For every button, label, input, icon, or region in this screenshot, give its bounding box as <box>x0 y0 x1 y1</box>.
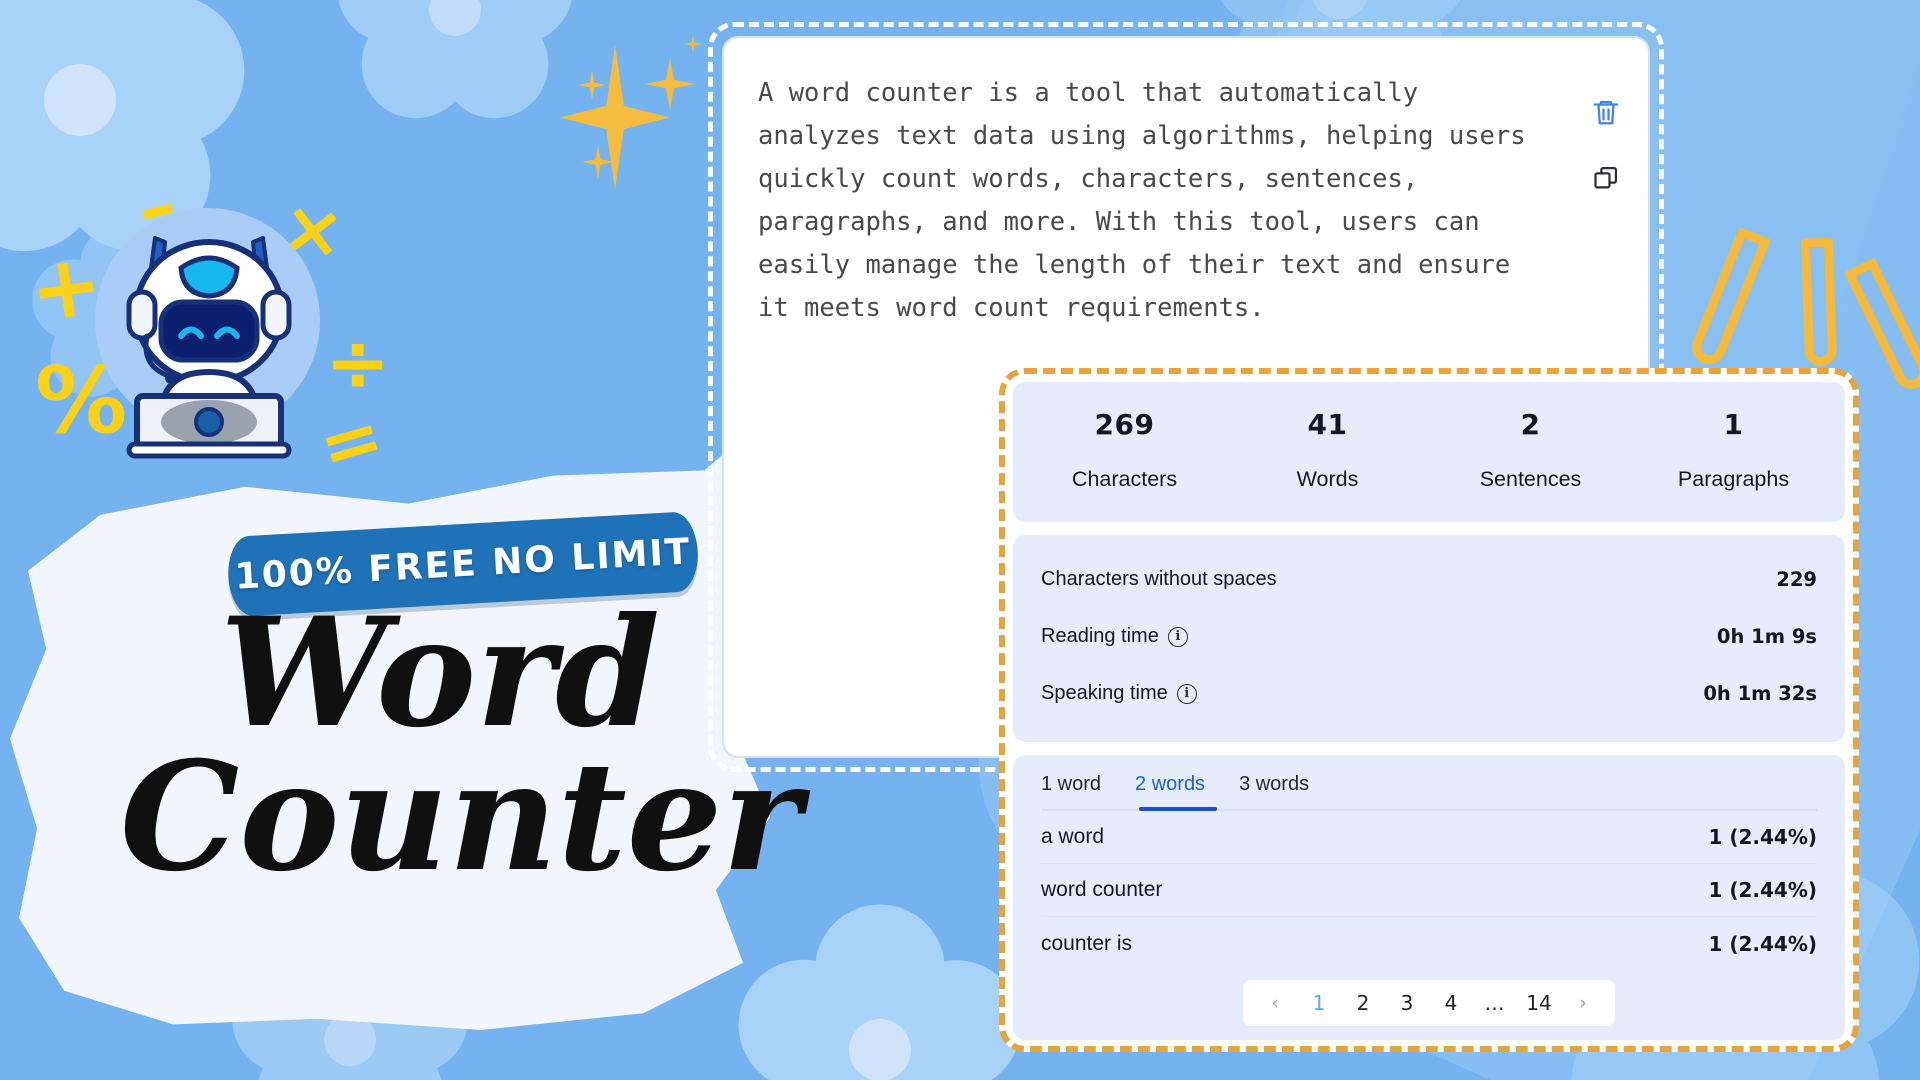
title-line-2: Counter <box>120 728 802 905</box>
pagination-next-button[interactable]: › <box>1563 985 1603 1021</box>
stat-label: Paragraphs <box>1677 467 1790 491</box>
detail-row-speaking-time: Speaking time i 0h 1m 32s <box>1041 665 1817 722</box>
info-icon[interactable]: i <box>1167 626 1188 647</box>
frequency-count: 1 (2.44%) <box>1708 878 1817 902</box>
copy-icon <box>1594 166 1618 189</box>
pagination: ‹ 1 2 3 4 … 14 › <box>1041 970 1817 1026</box>
frequency-phrase: counter is <box>1041 931 1133 955</box>
detail-label: Reading time <box>1041 625 1159 647</box>
frequency-row: a word 1 (2.44%) <box>1041 811 1817 864</box>
detail-value: 0h 1m 9s <box>1716 625 1817 648</box>
detail-value: 229 <box>1776 568 1817 591</box>
pagination-page-2[interactable]: 2 <box>1343 985 1383 1021</box>
pagination-page-4[interactable]: 4 <box>1431 985 1471 1021</box>
frequency-tabs: 1 word 2 words 3 words <box>1041 773 1817 811</box>
stat-sentences: 2 Sentences <box>1429 408 1632 492</box>
frequency-phrase: a word <box>1041 825 1105 848</box>
text-input[interactable]: A word counter is a tool that automatica… <box>758 72 1538 330</box>
detail-stats: Characters without spaces 229 Reading ti… <box>1013 535 1845 742</box>
frequency-row: word counter 1 (2.44%) <box>1041 864 1817 917</box>
pagination-page-14[interactable]: 14 <box>1519 985 1559 1021</box>
stat-label: Words <box>1296 467 1359 491</box>
stat-words: 41 Words <box>1226 408 1429 492</box>
pagination-page-3[interactable]: 3 <box>1387 985 1427 1021</box>
summary-stats: 269 Characters 41 Words 2 Sentences 1 Pa… <box>1013 382 1845 522</box>
tab-2-words[interactable]: 2 words <box>1135 773 1205 798</box>
detail-value: 0h 1m 32s <box>1703 682 1817 705</box>
clear-text-button[interactable] <box>1584 90 1628 134</box>
detail-row-reading-time: Reading time i 0h 1m 9s <box>1041 608 1817 665</box>
pagination-prev-button[interactable]: ‹ <box>1255 985 1295 1021</box>
tab-1-word[interactable]: 1 word <box>1041 773 1101 798</box>
pagination-ellipsis: … <box>1484 991 1506 1015</box>
frequency-phrase: word counter <box>1041 878 1163 901</box>
stat-paragraphs: 1 Paragraphs <box>1632 408 1835 492</box>
stat-characters: 269 Characters <box>1023 408 1226 492</box>
stat-value: 2 <box>1520 408 1541 441</box>
frequency-row: counter is 1 (2.44%) <box>1041 917 1817 970</box>
detail-row-characters-without-spaces: Characters without spaces 229 <box>1041 551 1817 608</box>
ray-decoration <box>1800 237 1838 367</box>
frequency-count: 1 (2.44%) <box>1708 931 1817 956</box>
robot-mascot <box>85 200 335 460</box>
detail-label: Characters without spaces <box>1041 568 1277 590</box>
trash-icon <box>1593 100 1619 125</box>
stat-value: 269 <box>1094 408 1155 441</box>
copy-text-button[interactable] <box>1584 156 1628 200</box>
pagination-page-1[interactable]: 1 <box>1299 985 1339 1021</box>
detail-label: Speaking time <box>1041 682 1168 704</box>
tab-3-words[interactable]: 3 words <box>1239 773 1309 798</box>
stat-value: 1 <box>1723 408 1744 441</box>
page-title: Word Counter <box>120 594 802 905</box>
word-frequency-section: 1 word 2 words 3 words a word 1 (2.44%) … <box>1013 755 1845 1040</box>
stat-label: Characters <box>1071 467 1178 491</box>
stat-label: Sentences <box>1479 467 1582 491</box>
stat-value: 41 <box>1307 408 1348 441</box>
frequency-count: 1 (2.44%) <box>1708 825 1817 849</box>
results-panel: 269 Characters 41 Words 2 Sentences 1 Pa… <box>1013 382 1845 1040</box>
info-icon[interactable]: i <box>1176 683 1197 704</box>
